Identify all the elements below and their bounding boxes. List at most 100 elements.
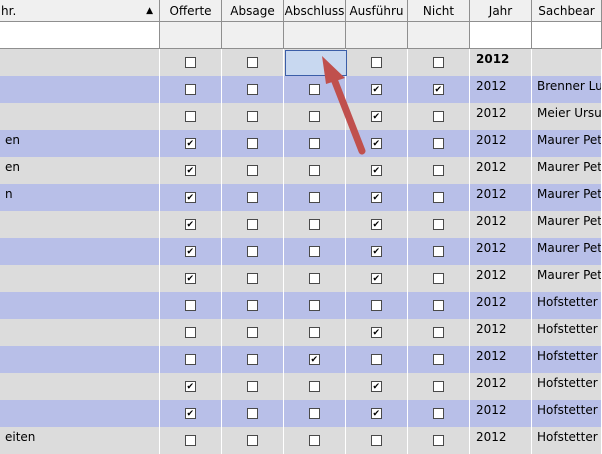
table-row[interactable]: en 2012Maurer Pete xyxy=(0,130,602,157)
sort-up-icon[interactable]: ▲ xyxy=(146,0,153,21)
column-header-absage[interactable]: Absage xyxy=(222,0,284,22)
cell-label[interactable] xyxy=(0,373,160,400)
cell-label[interactable] xyxy=(0,319,160,346)
absage-checkbox[interactable] xyxy=(246,111,258,122)
table-row[interactable]: 2012Maurer Pete xyxy=(0,265,602,292)
abschluss-checkbox[interactable] xyxy=(308,408,320,419)
cell-jahr[interactable]: 2012 xyxy=(470,130,532,157)
cell-jahr[interactable]: 2012 xyxy=(470,76,532,103)
offerte-checkbox[interactable] xyxy=(184,381,196,392)
table-row[interactable]: 2012Hofstetter U xyxy=(0,400,602,427)
offerte-checkbox[interactable] xyxy=(184,219,196,230)
absage-checkbox[interactable] xyxy=(246,57,258,68)
cell-sachbearbeiter[interactable]: Maurer Pete xyxy=(532,238,602,265)
ausfuhrung-checkbox[interactable] xyxy=(370,408,382,419)
offerte-checkbox[interactable] xyxy=(184,84,196,95)
cell-jahr[interactable]: 2012 xyxy=(470,157,532,184)
offerte-checkbox[interactable] xyxy=(184,192,196,203)
offerte-checkbox[interactable] xyxy=(184,246,196,257)
offerte-checkbox[interactable] xyxy=(184,435,196,446)
ausfuhrung-checkbox[interactable] xyxy=(370,192,382,203)
filter-abschluss[interactable] xyxy=(284,22,346,49)
absage-checkbox[interactable] xyxy=(246,138,258,149)
cell-sachbearbeiter[interactable]: Maurer Pete xyxy=(532,157,602,184)
nicht-checkbox[interactable] xyxy=(432,381,444,392)
cell-label[interactable] xyxy=(0,76,160,103)
nicht-checkbox[interactable] xyxy=(432,192,444,203)
absage-checkbox[interactable] xyxy=(246,435,258,446)
ausfuhrung-checkbox[interactable] xyxy=(370,381,382,392)
cell-jahr[interactable]: 2012 xyxy=(470,346,532,373)
offerte-checkbox[interactable] xyxy=(184,165,196,176)
abschluss-checkbox[interactable] xyxy=(308,246,320,257)
filter-sachbearbeiter[interactable] xyxy=(532,22,602,49)
nicht-checkbox[interactable] xyxy=(432,219,444,230)
ausfuhrung-checkbox[interactable] xyxy=(370,435,382,446)
column-header-abschluss[interactable]: Abschluss xyxy=(284,0,346,22)
cell-label[interactable] xyxy=(0,265,160,292)
nicht-checkbox[interactable] xyxy=(432,435,444,446)
nicht-checkbox[interactable] xyxy=(432,84,444,95)
cell-jahr[interactable]: 2012 xyxy=(470,400,532,427)
cell-sachbearbeiter[interactable]: Brenner Luk xyxy=(532,76,602,103)
offerte-checkbox[interactable] xyxy=(184,57,196,68)
cell-label[interactable] xyxy=(0,103,160,130)
ausfuhrung-checkbox[interactable] xyxy=(370,246,382,257)
ausfuhrung-checkbox[interactable] xyxy=(370,165,382,176)
ausfuhrung-checkbox[interactable] xyxy=(370,273,382,284)
ausfuhrung-checkbox[interactable] xyxy=(370,111,382,122)
cell-jahr[interactable]: 2012 xyxy=(470,49,532,76)
abschluss-checkbox[interactable] xyxy=(308,219,320,230)
table-row[interactable]: 2012Hofstetter U xyxy=(0,346,602,373)
offerte-checkbox[interactable] xyxy=(184,273,196,284)
cell-jahr[interactable]: 2012 xyxy=(470,265,532,292)
filter-offerte[interactable] xyxy=(160,22,222,49)
table-row[interactable]: 2012Maurer Pete xyxy=(0,238,602,265)
cell-sachbearbeiter[interactable] xyxy=(532,49,602,76)
offerte-checkbox[interactable] xyxy=(184,327,196,338)
abschluss-checkbox[interactable] xyxy=(308,327,320,338)
absage-checkbox[interactable] xyxy=(246,273,258,284)
cell-sachbearbeiter[interactable]: Meier Ursula xyxy=(532,103,602,130)
absage-checkbox[interactable] xyxy=(246,165,258,176)
table-row[interactable]: eiten 2012Hofstetter U xyxy=(0,427,602,454)
cell-label[interactable] xyxy=(0,346,160,373)
cell-label[interactable]: n xyxy=(0,184,160,211)
cell-jahr[interactable]: 2012 xyxy=(470,211,532,238)
abschluss-checkbox[interactable] xyxy=(308,192,320,203)
filter-absage[interactable] xyxy=(222,22,284,49)
column-header-bezeichnung[interactable]: hr. ▲ xyxy=(0,0,160,22)
table-row[interactable]: 2012Hofstetter U xyxy=(0,292,602,319)
nicht-checkbox[interactable] xyxy=(432,408,444,419)
cell-sachbearbeiter[interactable]: Maurer Pete xyxy=(532,265,602,292)
abschluss-checkbox[interactable] xyxy=(308,435,320,446)
ausfuhrung-checkbox[interactable] xyxy=(370,327,382,338)
cell-sachbearbeiter[interactable]: Maurer Pete xyxy=(532,130,602,157)
ausfuhrung-checkbox[interactable] xyxy=(370,84,382,95)
cell-label[interactable]: eiten xyxy=(0,427,160,454)
ausfuhrung-checkbox[interactable] xyxy=(370,354,382,365)
cell-sachbearbeiter[interactable]: Maurer Pete xyxy=(532,211,602,238)
nicht-checkbox[interactable] xyxy=(432,300,444,311)
cell-label[interactable]: en xyxy=(0,130,160,157)
offerte-checkbox[interactable] xyxy=(184,111,196,122)
abschluss-checkbox[interactable] xyxy=(308,138,320,149)
filter-nicht[interactable] xyxy=(408,22,470,49)
table-row[interactable]: n 2012Maurer Pete xyxy=(0,184,602,211)
nicht-checkbox[interactable] xyxy=(432,138,444,149)
absage-checkbox[interactable] xyxy=(246,219,258,230)
ausfuhrung-checkbox[interactable] xyxy=(370,300,382,311)
nicht-checkbox[interactable] xyxy=(432,165,444,176)
abschluss-checkbox[interactable] xyxy=(308,165,320,176)
ausfuhrung-checkbox[interactable] xyxy=(370,219,382,230)
table-row[interactable]: 2012Brenner Luk xyxy=(0,76,602,103)
cell-label[interactable] xyxy=(0,211,160,238)
offerte-checkbox[interactable] xyxy=(184,354,196,365)
filter-ausfuhrung[interactable] xyxy=(346,22,408,49)
table-row[interactable]: 2012Maurer Pete xyxy=(0,211,602,238)
column-header-jahr[interactable]: Jahr xyxy=(470,0,532,22)
absage-checkbox[interactable] xyxy=(246,327,258,338)
offerte-checkbox[interactable] xyxy=(184,300,196,311)
nicht-checkbox[interactable] xyxy=(432,273,444,284)
abschluss-checkbox[interactable] xyxy=(308,300,320,311)
